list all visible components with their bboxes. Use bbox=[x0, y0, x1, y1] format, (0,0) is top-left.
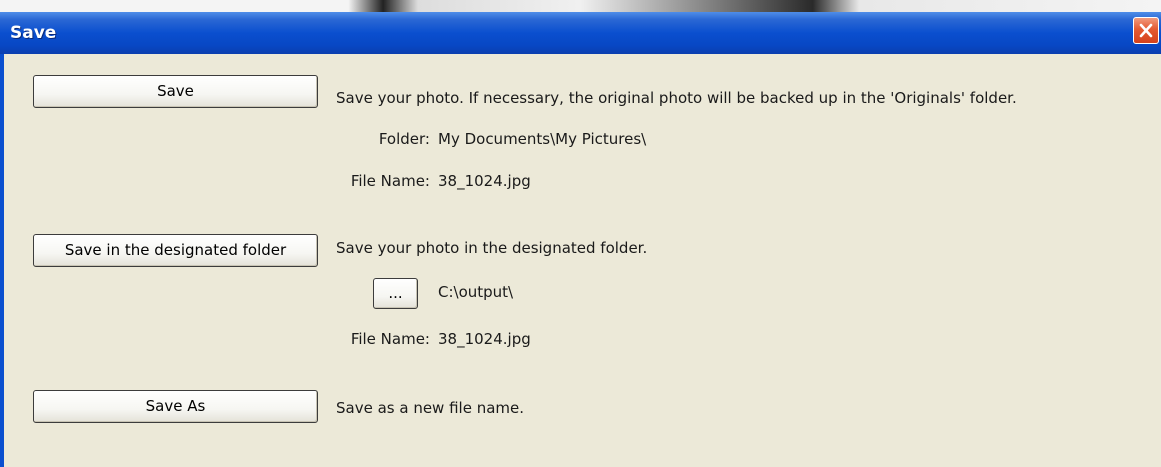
save-in-designated-folder-button[interactable]: Save in the designated folder bbox=[33, 234, 318, 267]
folder-path: My Documents\My Pictures\ bbox=[438, 130, 647, 148]
designated-folder-description: Save your photo in the designated folder… bbox=[336, 239, 648, 257]
window-title: Save bbox=[10, 23, 57, 43]
folder-label: Folder: bbox=[378, 130, 430, 148]
save-dialog: Save Save Save your photo. If necessary,… bbox=[0, 12, 1161, 467]
window-left-border bbox=[0, 54, 4, 467]
save-as-button[interactable]: Save As bbox=[33, 390, 318, 423]
close-icon bbox=[1139, 23, 1153, 38]
browse-folder-button[interactable]: ... bbox=[373, 278, 418, 309]
save-as-description: Save as a new file name. bbox=[336, 399, 525, 417]
filename-label: File Name: bbox=[350, 172, 430, 190]
designated-filename-label: File Name: bbox=[350, 330, 430, 348]
save-description: Save your photo. If necessary, the origi… bbox=[336, 89, 1017, 107]
designated-folder-path: C:\output\ bbox=[438, 283, 514, 301]
designated-filename-value: 38_1024.jpg bbox=[438, 330, 531, 348]
filename-value: 38_1024.jpg bbox=[438, 172, 531, 190]
close-button[interactable] bbox=[1133, 17, 1159, 44]
background-strip bbox=[0, 0, 1161, 12]
save-button[interactable]: Save bbox=[33, 75, 318, 108]
title-bar[interactable]: Save bbox=[0, 12, 1161, 54]
